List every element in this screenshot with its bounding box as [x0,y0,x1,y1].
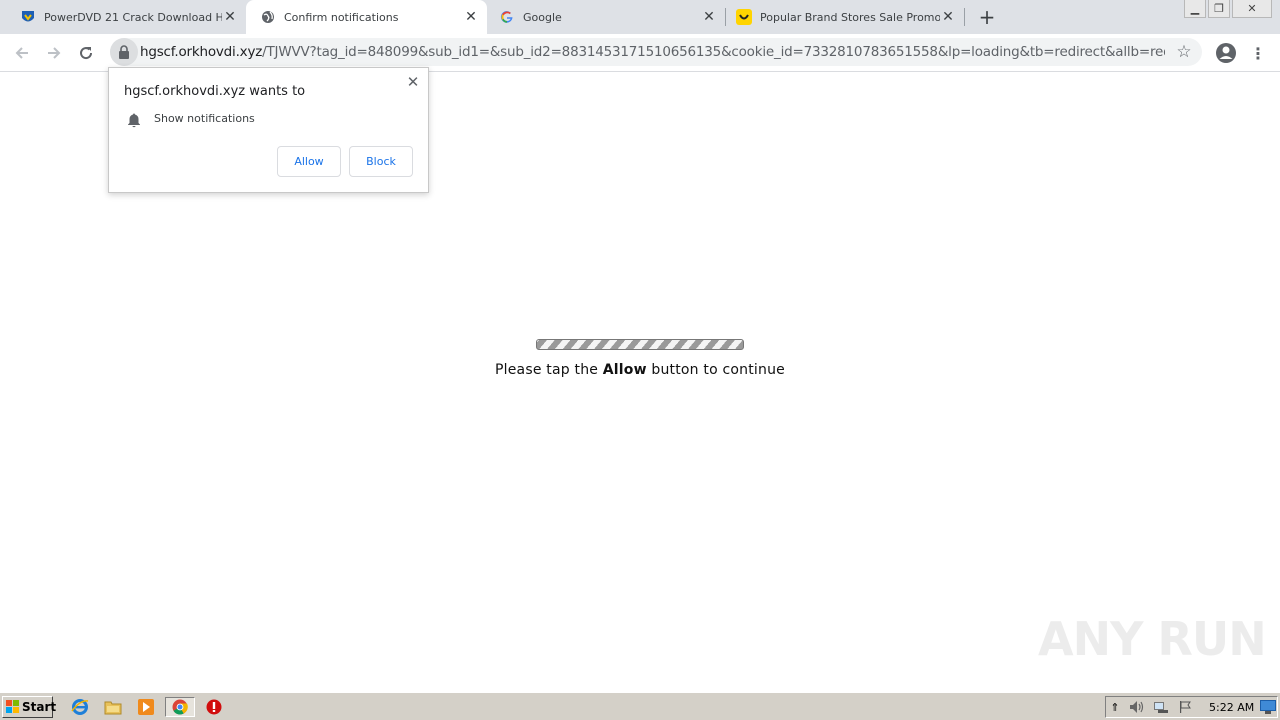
taskbar: Start ⇑ 5:22 AM [0,692,1280,720]
tab-google[interactable]: Google ✕ [487,0,725,34]
url-host: hgscf.orkhovdi.xyz [140,44,263,60]
kebab-menu-icon[interactable]: ⋮ [1248,41,1268,65]
google-icon [499,9,515,25]
media-player-icon[interactable] [136,697,156,717]
tab-confirm-notifications[interactable]: Confirm notifications ✕ [246,0,487,34]
powerdvd-icon [20,9,36,25]
tab-separator [964,8,965,26]
bookmark-star-icon[interactable]: ☆ [1174,42,1194,62]
url-path: /TJWVV?tag_id=848099&sub_id1=&sub_id2=88… [262,44,1165,60]
url-text: hgscf.orkhovdi.xyz/TJWVV?tag_id=848099&s… [140,44,1165,60]
internet-explorer-icon[interactable] [70,697,90,717]
action-center-flag-icon[interactable] [1175,697,1195,717]
tab-strip: PowerDVD 21 Crack Download HERE ✕ Confir… [0,0,1280,34]
volume-icon[interactable] [1127,697,1147,717]
back-button[interactable] [10,41,34,65]
notification-permission-prompt: hgscf.orkhovdi.xyz wants to ✕ Show notif… [108,67,429,193]
tab-title: Google [523,10,562,24]
file-explorer-icon[interactable] [103,697,123,717]
allow-button[interactable]: Allow [277,146,341,177]
instruction-message: Please tap the Allow button to continue [0,362,1280,378]
arrow-left-icon [15,47,28,59]
loading-progress-bar [536,339,744,350]
forward-button[interactable] [42,41,66,65]
arrow-right-icon [48,47,61,59]
block-button[interactable]: Block [349,146,413,177]
tab-title: Popular Brand Stores Sale Promotion [760,10,940,24]
anyrun-watermark: ANY RUN [1038,612,1267,666]
prompt-heading: hgscf.orkhovdi.xyz wants to [124,84,306,99]
message-suffix: button to continue [646,362,785,378]
close-tab-icon[interactable]: ✕ [222,9,238,25]
tab-title: PowerDVD 21 Crack Download HERE [44,10,222,24]
start-button[interactable]: Start [2,696,57,718]
start-label: Start [22,700,57,714]
smile-shop-icon [736,9,752,25]
chrome-taskbar-icon[interactable] [165,697,195,717]
globe-icon [260,9,276,25]
close-tab-icon[interactable]: ✕ [463,9,479,25]
reload-button[interactable] [74,41,98,65]
message-prefix: Please tap the [495,362,603,378]
message-bold: Allow [602,362,647,378]
profile-avatar-icon[interactable] [1214,41,1238,65]
close-icon[interactable]: ✕ [405,73,421,91]
address-bar[interactable]: hgscf.orkhovdi.xyz/TJWVV?tag_id=848099&s… [110,38,1202,66]
restore-icon[interactable]: ❐ [1208,0,1230,18]
new-tab-button[interactable]: + [976,5,998,29]
permission-label: Show notifications [154,112,255,125]
windows-logo-icon [6,700,20,714]
close-window-icon[interactable]: ✕ [1232,0,1272,18]
network-icon[interactable] [1151,697,1171,717]
tab-brand-stores[interactable]: Popular Brand Stores Sale Promotion ✕ [726,0,964,34]
bell-icon [126,112,142,128]
stop-icon[interactable] [204,697,224,717]
show-hidden-icons-icon[interactable]: ⇑ [1108,697,1122,717]
close-tab-icon[interactable]: ✕ [940,9,956,25]
tab-powerdvd[interactable]: PowerDVD 21 Crack Download HERE ✕ [0,0,246,34]
show-desktop-icon[interactable] [1258,697,1278,717]
reload-icon [80,47,93,60]
clock[interactable]: 5:22 AM [1209,701,1254,714]
lock-icon[interactable] [110,38,138,66]
minimize-icon[interactable]: ▁ [1184,0,1206,18]
tab-title: Confirm notifications [284,10,399,24]
close-tab-icon[interactable]: ✕ [701,9,717,25]
